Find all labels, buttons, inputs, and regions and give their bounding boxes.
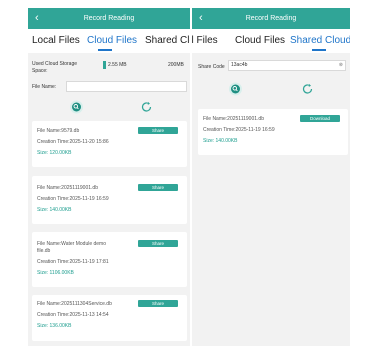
tab-bar: Local Files Cloud Files Shared Clo	[28, 29, 190, 53]
share-button[interactable]: Share	[138, 184, 178, 191]
storage-label-line1: Used Cloud Storage	[32, 61, 78, 67]
shared-file-card: File Name:20251119001.db Creation Time:2…	[198, 109, 348, 155]
file-size: Size: 120.00KB	[37, 150, 72, 156]
tab-cloud-files[interactable]: Cloud Files	[87, 34, 137, 47]
file-size: Size: 140.00KB	[37, 207, 72, 213]
search-button[interactable]	[68, 100, 85, 114]
file-card: File Name:2025111304Service.db Creation …	[32, 295, 187, 341]
file-card: File Name:Water Module demo file.db Crea…	[32, 232, 187, 287]
file-name: File Name:9579.db	[37, 128, 80, 134]
file-name-input[interactable]	[66, 81, 187, 92]
share-button[interactable]: Share	[138, 300, 178, 307]
file-name: File Name:Water Module demo file.db	[37, 241, 107, 254]
share-code-input[interactable]: 13ac4b ⊗	[228, 60, 346, 71]
tab-shared-cloud[interactable]: Shared Cloud	[290, 34, 350, 47]
creation-time: Creation Time:2025-11-19 16:59	[37, 196, 109, 202]
storage-label: Used Cloud Storage Space:	[32, 61, 77, 75]
storage-total: 200MB	[168, 62, 184, 68]
refresh-icon	[302, 83, 313, 94]
search-icon	[229, 82, 242, 96]
refresh-button[interactable]	[299, 82, 316, 96]
tab-local-files[interactable]: al Files	[192, 34, 218, 47]
page-title: Record Reading	[83, 15, 135, 22]
share-button[interactable]: Share	[138, 127, 178, 134]
share-code-label: Share Code	[198, 64, 225, 70]
file-size: Size: 140.00KB	[203, 138, 238, 144]
active-tab-indicator	[312, 49, 326, 51]
file-card: File Name:9579.db Creation Time:2025-11-…	[32, 121, 187, 167]
search-icon	[70, 100, 83, 114]
download-button[interactable]: Download	[300, 115, 340, 122]
shared-cloud-screen: ‹ Record Reading al Files Cloud Files Sh…	[192, 8, 350, 346]
tab-local-files[interactable]: Local Files	[32, 34, 80, 47]
file-name: File Name:2025111304Service.db	[37, 301, 112, 307]
storage-used-bar	[103, 61, 106, 69]
creation-time: Creation Time:2025-11-19 17:81	[37, 259, 109, 265]
page-title: Record Reading	[245, 15, 297, 22]
refresh-icon	[141, 101, 152, 112]
creation-time: Creation Time:2025-11-19 16:59	[203, 127, 275, 133]
tab-cloud-files[interactable]: Cloud Files	[235, 34, 285, 47]
clear-icon[interactable]: ⊗	[339, 62, 343, 69]
file-name: File Name:20251119001.db	[203, 116, 264, 122]
file-size: Size: 1106.00KB	[37, 270, 74, 276]
title-bar: ‹ Record Reading	[28, 8, 190, 29]
creation-time: Creation Time:2025-11-13 14:54	[37, 312, 109, 318]
tab-shared-cloud[interactable]: Shared Clo	[145, 34, 190, 47]
refresh-button[interactable]	[138, 100, 155, 114]
search-button[interactable]	[227, 82, 244, 96]
file-card: File Name:20251119001.db Creation Time:2…	[32, 176, 187, 224]
file-name-label: File Name:	[32, 84, 57, 90]
share-code-value: 13ac4b	[231, 62, 248, 68]
storage-label-line2: Space:	[32, 68, 48, 74]
creation-time: Creation Time:2025-11-20 15:86	[37, 139, 109, 145]
active-tab-indicator	[98, 49, 112, 51]
share-button[interactable]: Share	[138, 240, 178, 247]
file-size: Size: 136.00KB	[37, 323, 72, 329]
title-bar: ‹ Record Reading	[192, 8, 350, 29]
cloud-files-screen: ‹ Record Reading Local Files Cloud Files…	[28, 8, 190, 346]
file-name: File Name:20251119001.db	[37, 185, 98, 191]
tab-bar: al Files Cloud Files Shared Cloud	[192, 29, 350, 53]
storage-used: 2.55 MB	[108, 62, 127, 68]
